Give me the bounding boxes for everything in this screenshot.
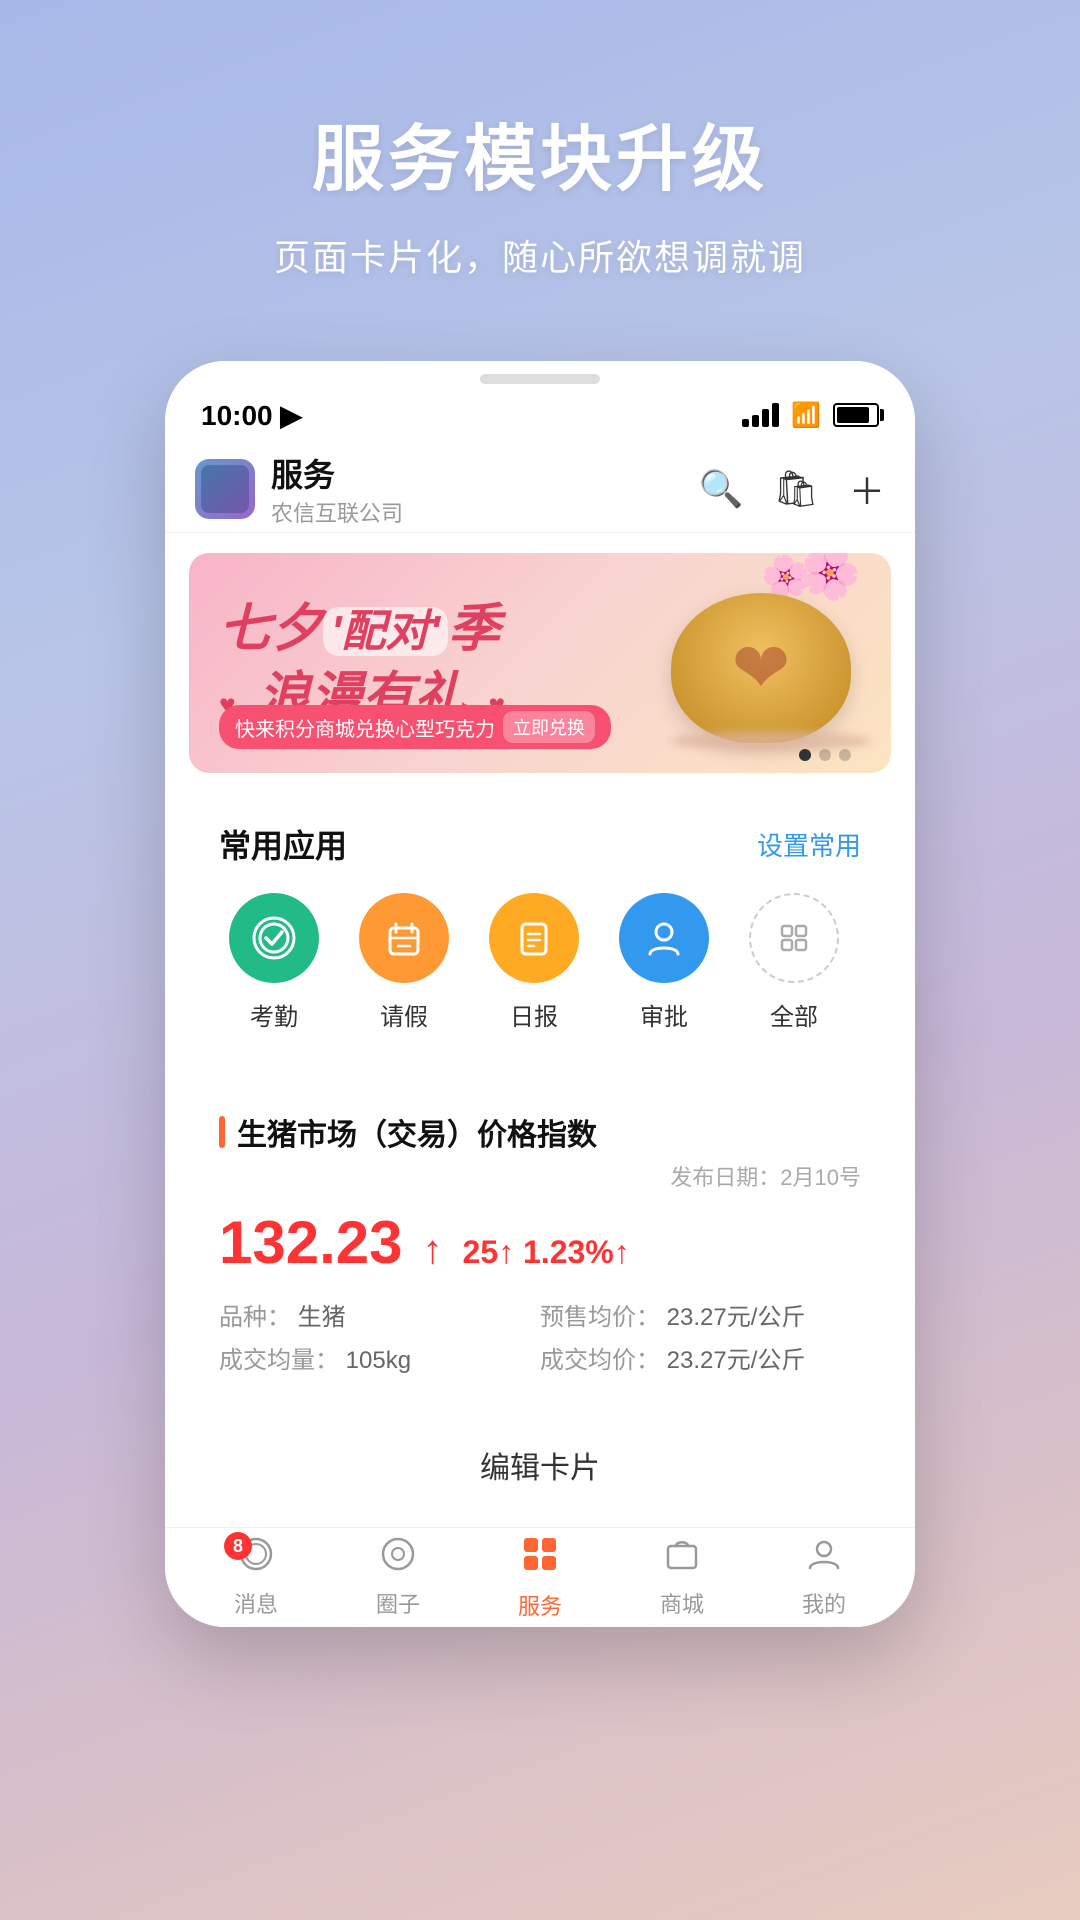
status-bar: 10:00 ▶ 📶 xyxy=(165,385,915,445)
market-up-arrow: ↑ xyxy=(423,1228,443,1273)
apps-grid: 考勤 请假 xyxy=(189,883,891,1062)
banner-cta-btn[interactable]: 立即兑换 xyxy=(503,711,595,743)
shenpi-label: 审批 xyxy=(640,997,688,1032)
mine-icon xyxy=(806,1536,842,1581)
edit-card-label: 编辑卡片 xyxy=(480,1443,600,1487)
shop-label: 商城 xyxy=(660,1587,704,1619)
phone-mockup: 10:00 ▶ 📶 服务 农信互联公司 🔍 🛍 ＋ xyxy=(165,361,915,1627)
shop-icon xyxy=(664,1536,700,1581)
service-icon xyxy=(520,1534,560,1583)
market-price: 132.23 xyxy=(219,1208,403,1277)
service-label: 服务 xyxy=(518,1589,562,1621)
common-apps-card: 常用应用 设置常用 考勤 xyxy=(189,793,891,1062)
market-date: 发布日期：2月10号 xyxy=(219,1160,861,1192)
status-icons: 📶 xyxy=(742,401,879,430)
shenpi-icon xyxy=(619,893,709,983)
all-icon xyxy=(749,893,839,983)
presale-item: 预售均价： 23.27元/公斤 xyxy=(540,1297,861,1332)
kaoqin-label: 考勤 xyxy=(250,997,298,1032)
circle-label: 圈子 xyxy=(376,1587,420,1619)
promo-subtitle: 页面卡片化，随心所欲想调就调 xyxy=(60,229,1020,281)
kaoqin-icon xyxy=(229,893,319,983)
banner[interactable]: 七夕'配对'季 ♥ 浪漫有礼 ♥ 快来积分商城兑换心型巧克力 立即兑换 🌸 xyxy=(189,553,891,773)
bag-icon[interactable]: 🛍 xyxy=(773,468,819,510)
status-time: 10:00 ▶ xyxy=(201,399,302,432)
signal-icon xyxy=(742,403,779,427)
battery-icon xyxy=(833,403,879,427)
ribao-label: 日报 xyxy=(510,997,558,1032)
app-header: 服务 农信互联公司 🔍 🛍 ＋ xyxy=(165,445,915,533)
app-subtitle: 农信互联公司 xyxy=(271,496,698,528)
phone-speaker xyxy=(480,374,600,384)
common-apps-title: 常用应用 xyxy=(219,821,347,867)
set-common-action[interactable]: 设置常用 xyxy=(757,826,861,863)
app-kaoqin[interactable]: 考勤 xyxy=(219,893,329,1032)
header-actions: 🔍 🛍 ＋ xyxy=(698,463,885,515)
mine-label: 我的 xyxy=(802,1587,846,1619)
message-label: 消息 xyxy=(234,1587,278,1619)
promo-title: 服务模块升级 xyxy=(60,100,1020,205)
app-logo xyxy=(195,459,255,519)
app-ribao[interactable]: 日报 xyxy=(479,893,589,1032)
market-change: 25↑ 1.23%↑ xyxy=(463,1234,630,1271)
nav-circle[interactable]: 圈子 xyxy=(338,1536,458,1619)
banner-line1: 七夕'配对'季 xyxy=(219,600,500,658)
promo-area: 服务模块升级 页面卡片化，随心所欲想调就调 xyxy=(0,0,1080,341)
add-icon[interactable]: ＋ xyxy=(849,463,885,515)
banner-image: 🌸 🌸 ❤ xyxy=(671,563,871,743)
banner-dot-2[interactable] xyxy=(819,749,831,761)
ribao-icon xyxy=(489,893,579,983)
bottom-nav: 8 消息 圈子 服务 xyxy=(165,1527,915,1627)
app-shenpi[interactable]: 审批 xyxy=(609,893,719,1032)
market-price-row: 132.23 ↑ 25↑ 1.23%↑ xyxy=(219,1208,861,1277)
banner-dots xyxy=(799,749,851,761)
market-indicator xyxy=(219,1116,225,1148)
common-apps-header: 常用应用 设置常用 xyxy=(189,793,891,883)
edit-card-button[interactable]: 编辑卡片 xyxy=(189,1423,891,1507)
app-title: 服务 xyxy=(271,450,698,496)
nav-message[interactable]: 8 消息 xyxy=(196,1536,316,1619)
phone-top-bar xyxy=(165,361,915,385)
volume-item: 成交均量： 105kg xyxy=(219,1340,540,1375)
market-title: 生猪市场（交易）价格指数 xyxy=(237,1110,597,1154)
circle-icon xyxy=(380,1536,416,1581)
trade-item: 成交均价： 23.27元/公斤 xyxy=(540,1340,861,1375)
wifi-icon: 📶 xyxy=(791,401,821,430)
banner-dot-1[interactable] xyxy=(799,749,811,761)
search-icon[interactable]: 🔍 xyxy=(698,468,743,510)
all-label: 全部 xyxy=(770,997,818,1032)
banner-dot-3[interactable] xyxy=(839,749,851,761)
nav-mine[interactable]: 我的 xyxy=(764,1536,884,1619)
app-all[interactable]: 全部 xyxy=(739,893,849,1032)
banner-cta-text: 快来积分商城兑换心型巧克力 xyxy=(235,713,495,742)
qingjia-label: 请假 xyxy=(380,997,428,1032)
banner-cta[interactable]: 快来积分商城兑换心型巧克力 立即兑换 xyxy=(219,705,611,749)
message-badge: 8 xyxy=(224,1532,252,1560)
variety-item: 品种： 生猪 xyxy=(219,1297,540,1332)
nav-shop[interactable]: 商城 xyxy=(622,1536,742,1619)
app-title-area: 服务 农信互联公司 xyxy=(271,450,698,528)
qingjia-icon xyxy=(359,893,449,983)
market-details: 品种： 生猪 预售均价： 23.27元/公斤 成交均量： 105kg 成交均价：… xyxy=(219,1297,861,1375)
app-qingjia[interactable]: 请假 xyxy=(349,893,459,1032)
market-card: 生猪市场（交易）价格指数 发布日期：2月10号 132.23 ↑ 25↑ 1.2… xyxy=(189,1082,891,1403)
market-header: 生猪市场（交易）价格指数 xyxy=(219,1110,861,1154)
nav-service[interactable]: 服务 xyxy=(480,1534,600,1621)
